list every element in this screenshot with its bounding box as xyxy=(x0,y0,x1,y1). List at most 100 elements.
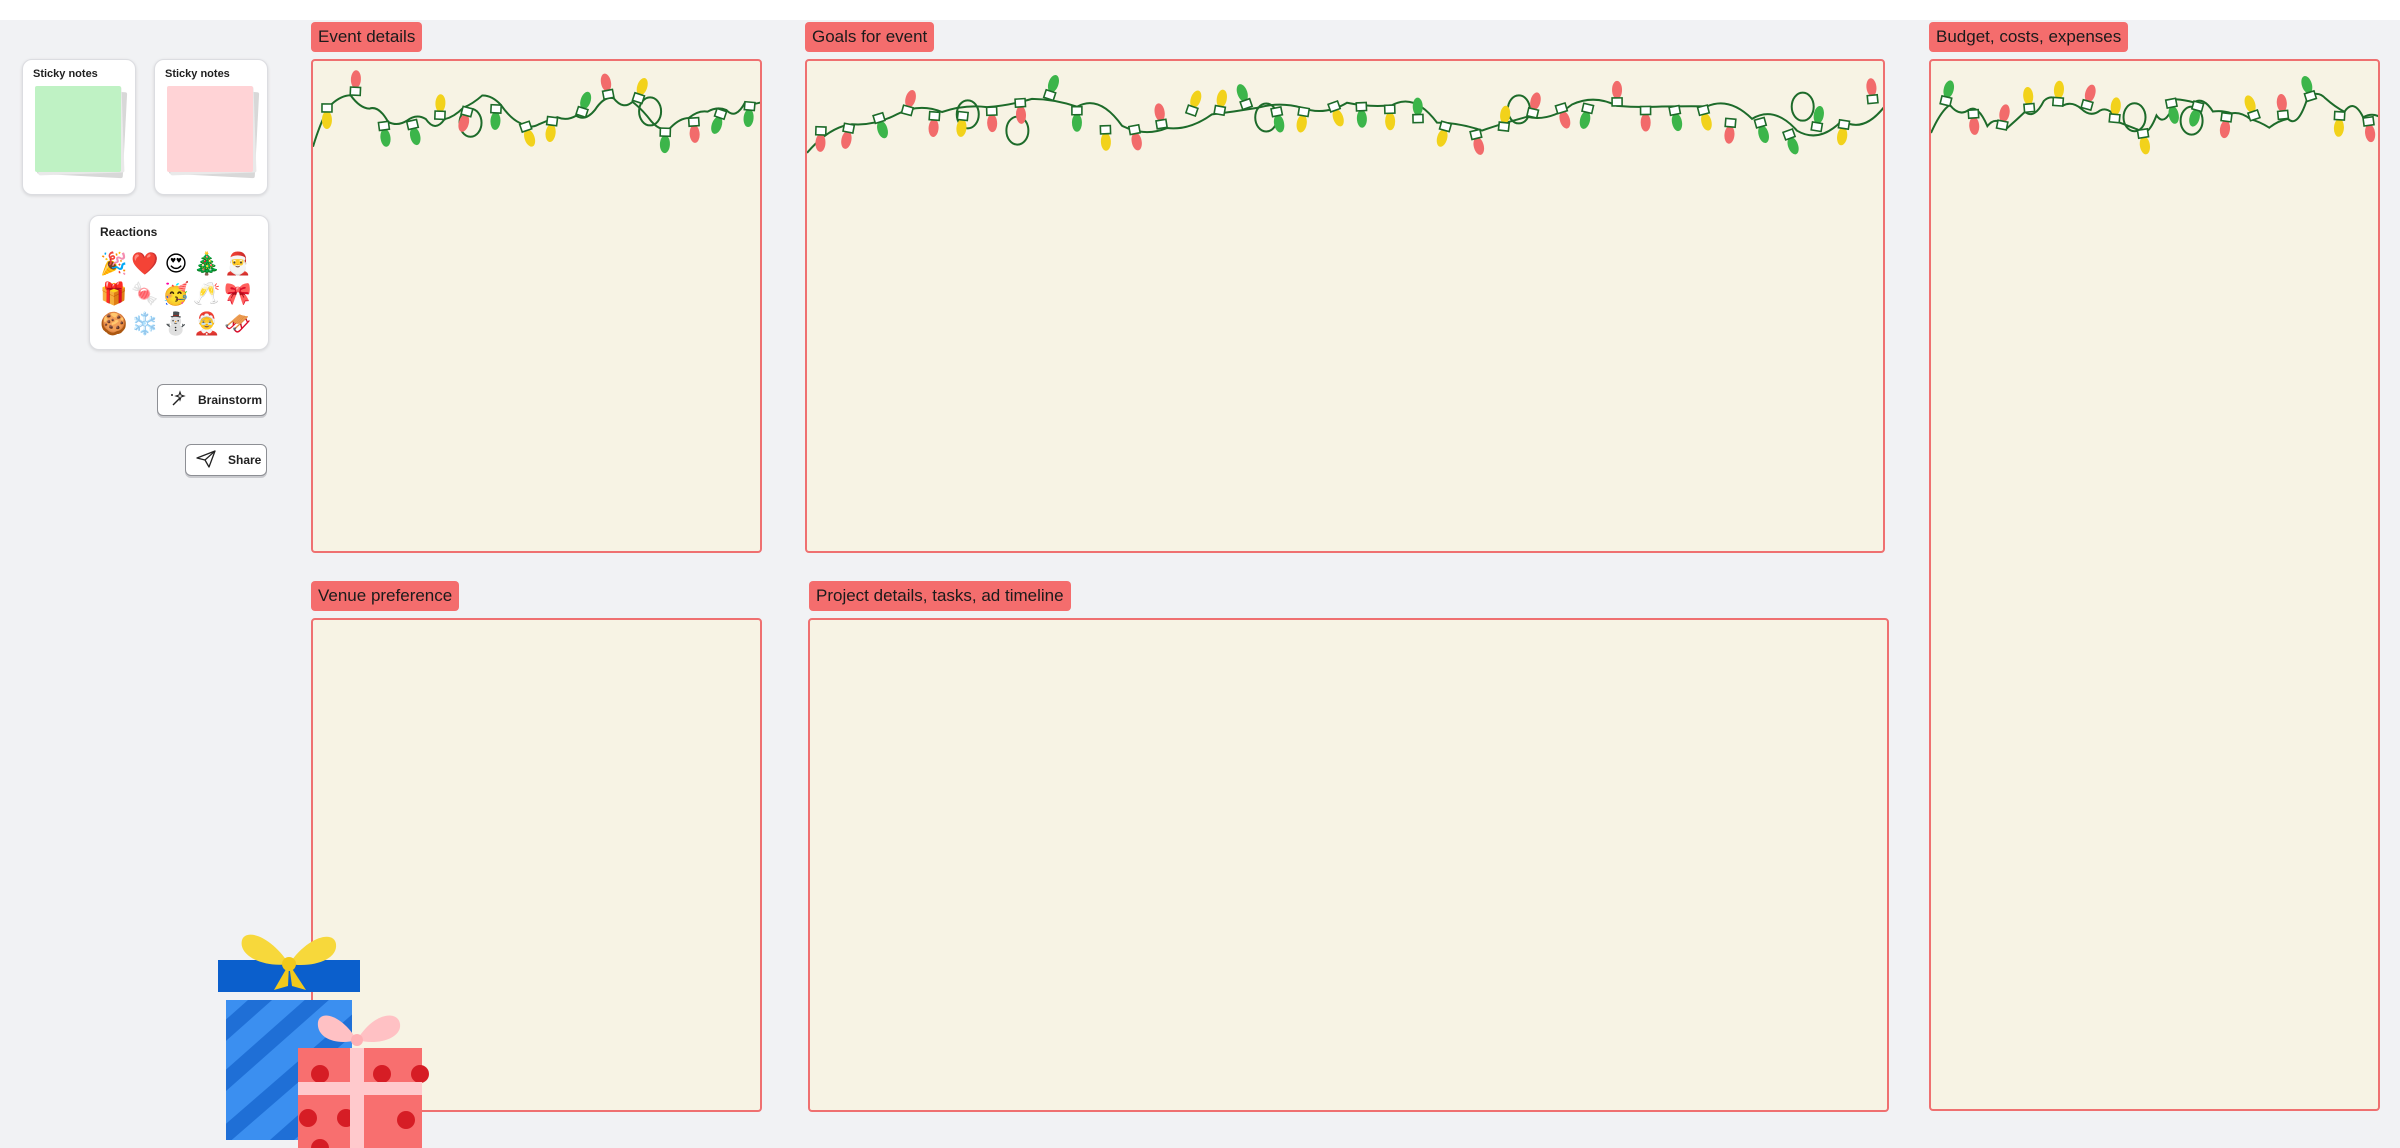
light-bulb-icon xyxy=(1184,90,1202,117)
light-bulb-icon xyxy=(1014,97,1027,124)
reaction-emoji[interactable]: 🥳 xyxy=(162,280,190,310)
light-bulb-icon xyxy=(687,116,700,143)
light-bulb-icon xyxy=(872,111,888,139)
light-bulb-icon xyxy=(1071,105,1083,132)
top-bar xyxy=(0,0,2400,20)
light-bulb-icon xyxy=(900,90,916,117)
reaction-emoji[interactable]: 🤶 xyxy=(193,310,221,340)
light-bulb-icon xyxy=(1967,108,1980,135)
light-bulb-icon xyxy=(1939,80,1955,107)
light-bulb-icon xyxy=(1436,120,1453,147)
sticky-notes-title: Sticky notes xyxy=(165,68,230,80)
light-bulb-icon xyxy=(985,106,998,133)
light-bulb-icon xyxy=(1668,104,1683,132)
light-bulb-icon xyxy=(1412,97,1424,124)
light-bulb-icon xyxy=(659,127,672,154)
light-bulb-icon xyxy=(1355,101,1368,128)
sticky-notes-title: Sticky notes xyxy=(33,68,98,80)
light-bulb-icon xyxy=(600,73,615,101)
reaction-emoji[interactable]: ❤️ xyxy=(131,250,159,280)
light-bulb-icon xyxy=(711,107,728,134)
light-bulb-icon xyxy=(2219,111,2233,139)
light-bulb-icon xyxy=(2362,115,2376,143)
light-bulb-icon xyxy=(1154,103,1169,130)
light-bulb-icon xyxy=(1611,80,1623,107)
light-bulb-icon xyxy=(1724,117,1737,144)
light-bulb-icon xyxy=(631,77,648,105)
light-wire-loop xyxy=(2122,102,2147,133)
light-bulb-icon xyxy=(928,110,941,137)
light-bulb-icon xyxy=(321,103,333,129)
light-bulb-icon xyxy=(2301,75,2318,103)
light-bulb-icon xyxy=(377,120,391,147)
light-bulb-icon xyxy=(2023,86,2036,114)
light-bulb-icon xyxy=(1579,102,1595,129)
light-bulb-icon xyxy=(405,118,421,146)
reaction-emoji[interactable]: ❄️ xyxy=(131,310,159,340)
reaction-emoji[interactable]: 🍪 xyxy=(100,310,128,340)
string-lights xyxy=(807,74,1883,155)
reaction-emoji[interactable]: 🎄 xyxy=(193,250,221,280)
frame-label-budget: Budget, costs, expenses xyxy=(1929,22,2129,52)
brainstorm-label: Brainstorm xyxy=(198,393,263,407)
frame-label-event-details: Event details xyxy=(311,22,423,52)
frame-budget-costs-expenses[interactable] xyxy=(1929,59,2380,1111)
light-bulb-icon xyxy=(1753,116,1769,144)
sticky-notes-pink-tool[interactable]: Sticky notes xyxy=(154,59,268,195)
light-bulb-icon xyxy=(1469,128,1485,155)
light-bulb-icon xyxy=(1099,124,1112,151)
frame-label-project: Project details, tasks, ad timeline xyxy=(809,581,1071,611)
reactions-title: Reactions xyxy=(100,225,158,239)
light-bulb-icon xyxy=(545,115,559,143)
reaction-emoji[interactable]: 🍬 xyxy=(131,280,159,310)
brainstorm-button[interactable]: Brainstorm xyxy=(157,384,267,416)
light-bulb-icon xyxy=(814,125,827,152)
light-bulb-icon xyxy=(489,103,503,130)
light-wire xyxy=(807,97,1883,154)
light-bulb-icon xyxy=(433,94,446,121)
light-bulb-icon xyxy=(1639,105,1652,132)
light-bulb-icon xyxy=(1383,104,1396,131)
sticky-notes-green-tool[interactable]: Sticky notes xyxy=(22,59,136,195)
gift-boxes-decoration xyxy=(218,934,429,1148)
light-bulb-icon xyxy=(1696,104,1712,131)
reaction-emoji[interactable]: 🎀 xyxy=(224,280,252,310)
light-bulb-icon xyxy=(2136,127,2150,155)
light-bulb-icon xyxy=(2080,84,2096,112)
frame-label-venue: Venue preference xyxy=(311,581,460,611)
light-bulb-icon xyxy=(1127,123,1142,151)
light-bulb-icon xyxy=(1497,105,1511,133)
share-button[interactable]: Share xyxy=(185,444,267,476)
frame-project-details[interactable] xyxy=(808,618,1889,1112)
sticky-note-stack-pink xyxy=(167,86,260,179)
reactions-grid: 🎉 ❤️ 😍 🎄 🎅 🎁 🍬 🥳 🥂 🎀 🍪 ❄️ ⛄ 🤶 🛷 xyxy=(100,250,252,340)
reactions-panel: Reactions 🎉 ❤️ 😍 🎄 🎅 🎁 🍬 🥳 🥂 🎀 🍪 ❄️ ⛄ 🤶 🛷 xyxy=(89,215,269,350)
reaction-emoji[interactable]: 🛷 xyxy=(224,310,252,340)
reaction-emoji[interactable]: ⛄ xyxy=(162,310,190,340)
light-wire-loop xyxy=(1005,115,1030,146)
sticky-note-stack-green xyxy=(35,86,128,179)
light-bulb-icon xyxy=(743,100,756,128)
light-bulb-icon xyxy=(1781,127,1799,155)
reaction-emoji[interactable]: 🎅 xyxy=(224,250,252,280)
paper-plane-icon xyxy=(196,449,216,471)
light-bulb-icon xyxy=(2051,80,2065,107)
light-wire-loop xyxy=(1790,91,1815,122)
reaction-emoji[interactable]: 🥂 xyxy=(193,280,221,310)
reaction-emoji[interactable]: 🎉 xyxy=(100,250,128,280)
light-bulb-icon xyxy=(1866,78,1879,105)
light-bulb-icon xyxy=(1296,106,1311,133)
light-bulb-icon xyxy=(2276,93,2290,121)
light-bulb-icon xyxy=(2164,97,2179,124)
reaction-emoji[interactable]: 🎁 xyxy=(100,280,128,310)
frame-label-goals: Goals for event xyxy=(805,22,935,52)
frame-event-details[interactable] xyxy=(311,59,762,553)
light-bulb-icon xyxy=(956,110,970,137)
light-bulb-icon xyxy=(2108,97,2121,124)
frame-goals-for-event[interactable] xyxy=(805,59,1885,553)
reaction-emoji[interactable]: 😍 xyxy=(162,250,190,280)
string-lights xyxy=(1931,75,2378,155)
light-bulb-icon xyxy=(2333,110,2346,137)
string-lights xyxy=(313,70,760,154)
light-bulb-icon xyxy=(1236,84,1254,111)
